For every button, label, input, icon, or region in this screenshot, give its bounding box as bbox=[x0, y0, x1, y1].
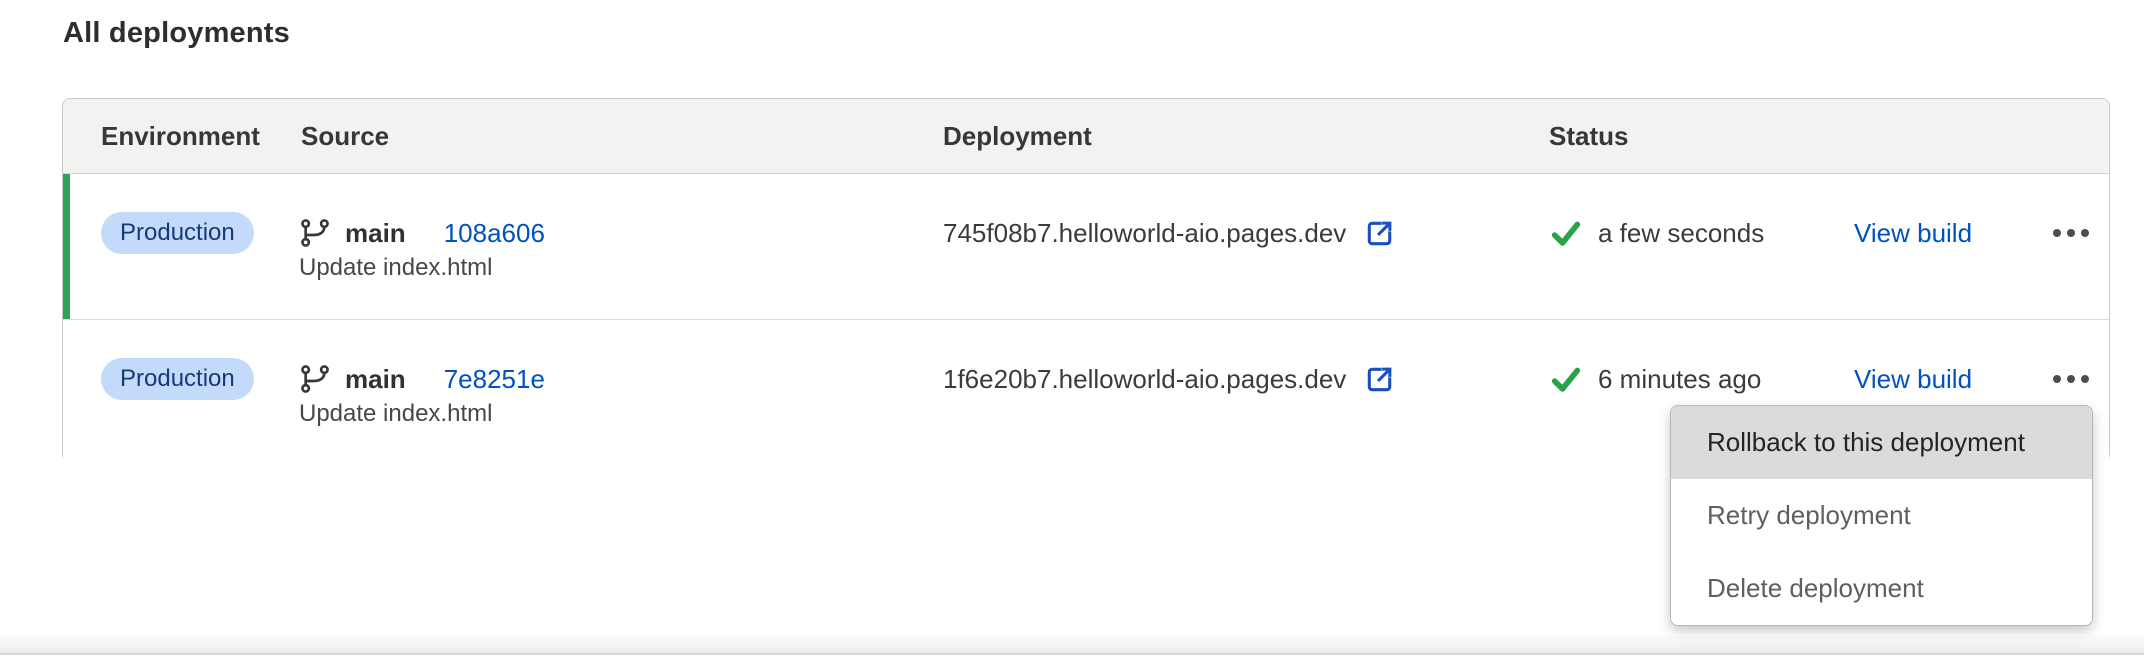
table-header-row: Environment Source Deployment Status bbox=[63, 99, 2109, 174]
commit-message: Update index.html bbox=[299, 254, 492, 282]
deployment-cell: 1f6e20b7.helloworld-aio.pages.dev bbox=[943, 356, 1397, 402]
section-bottom-band bbox=[0, 636, 2144, 653]
status-time: 6 minutes ago bbox=[1598, 364, 1761, 395]
environment-badge: Production bbox=[101, 358, 254, 400]
deployment-cell: 745f08b7.helloworld-aio.pages.dev bbox=[943, 210, 1397, 256]
git-branch-icon bbox=[299, 217, 331, 249]
ellipsis-icon bbox=[2053, 375, 2061, 383]
menu-item-rollback[interactable]: Rollback to this deployment bbox=[1671, 406, 2092, 479]
branch-name: main bbox=[345, 364, 406, 395]
environment-cell: Production bbox=[101, 210, 254, 256]
column-header-deployment: Deployment bbox=[943, 99, 1092, 174]
commit-link[interactable]: 108a606 bbox=[444, 218, 545, 249]
check-icon bbox=[1549, 216, 1583, 250]
source-cell: main 108a606 bbox=[299, 210, 545, 256]
external-link-icon[interactable] bbox=[1362, 362, 1397, 397]
check-icon bbox=[1549, 362, 1583, 396]
ellipsis-icon bbox=[2053, 229, 2061, 237]
view-build-link[interactable]: View build bbox=[1854, 364, 1972, 395]
column-header-environment: Environment bbox=[101, 99, 260, 174]
view-build-cell: View build bbox=[1854, 210, 1972, 256]
deployment-url: 745f08b7.helloworld-aio.pages.dev bbox=[943, 218, 1346, 249]
current-deployment-indicator bbox=[63, 174, 70, 319]
deployments-page: All deployments Environment Source Deplo… bbox=[0, 0, 2144, 662]
row-actions-cell bbox=[2043, 356, 2099, 402]
status-time: a few seconds bbox=[1598, 218, 1764, 249]
status-cell: a few seconds bbox=[1549, 210, 1764, 256]
external-link-icon[interactable] bbox=[1362, 216, 1397, 251]
table-row: Production main 108a606 Update index.htm… bbox=[63, 174, 2109, 319]
section-divider bbox=[0, 653, 2144, 655]
commit-link[interactable]: 7e8251e bbox=[444, 364, 545, 395]
more-options-button[interactable] bbox=[2049, 219, 2093, 247]
view-build-cell: View build bbox=[1854, 356, 1972, 402]
environment-badge: Production bbox=[101, 212, 254, 254]
branch-name: main bbox=[345, 218, 406, 249]
git-branch-icon bbox=[299, 363, 331, 395]
column-header-source: Source bbox=[301, 99, 389, 174]
status-cell: 6 minutes ago bbox=[1549, 356, 1761, 402]
page-title: All deployments bbox=[63, 17, 290, 50]
deployment-context-menu: Rollback to this deployment Retry deploy… bbox=[1670, 405, 2093, 626]
row-actions-cell bbox=[2043, 210, 2099, 256]
source-cell: main 7e8251e bbox=[299, 356, 545, 402]
environment-cell: Production bbox=[101, 356, 254, 402]
deployment-url: 1f6e20b7.helloworld-aio.pages.dev bbox=[943, 364, 1346, 395]
column-header-status: Status bbox=[1549, 99, 1628, 174]
menu-item-retry[interactable]: Retry deployment bbox=[1671, 479, 2092, 552]
more-options-button[interactable] bbox=[2049, 365, 2093, 393]
view-build-link[interactable]: View build bbox=[1854, 218, 1972, 249]
commit-message: Update index.html bbox=[299, 400, 492, 428]
menu-item-delete[interactable]: Delete deployment bbox=[1671, 552, 2092, 625]
